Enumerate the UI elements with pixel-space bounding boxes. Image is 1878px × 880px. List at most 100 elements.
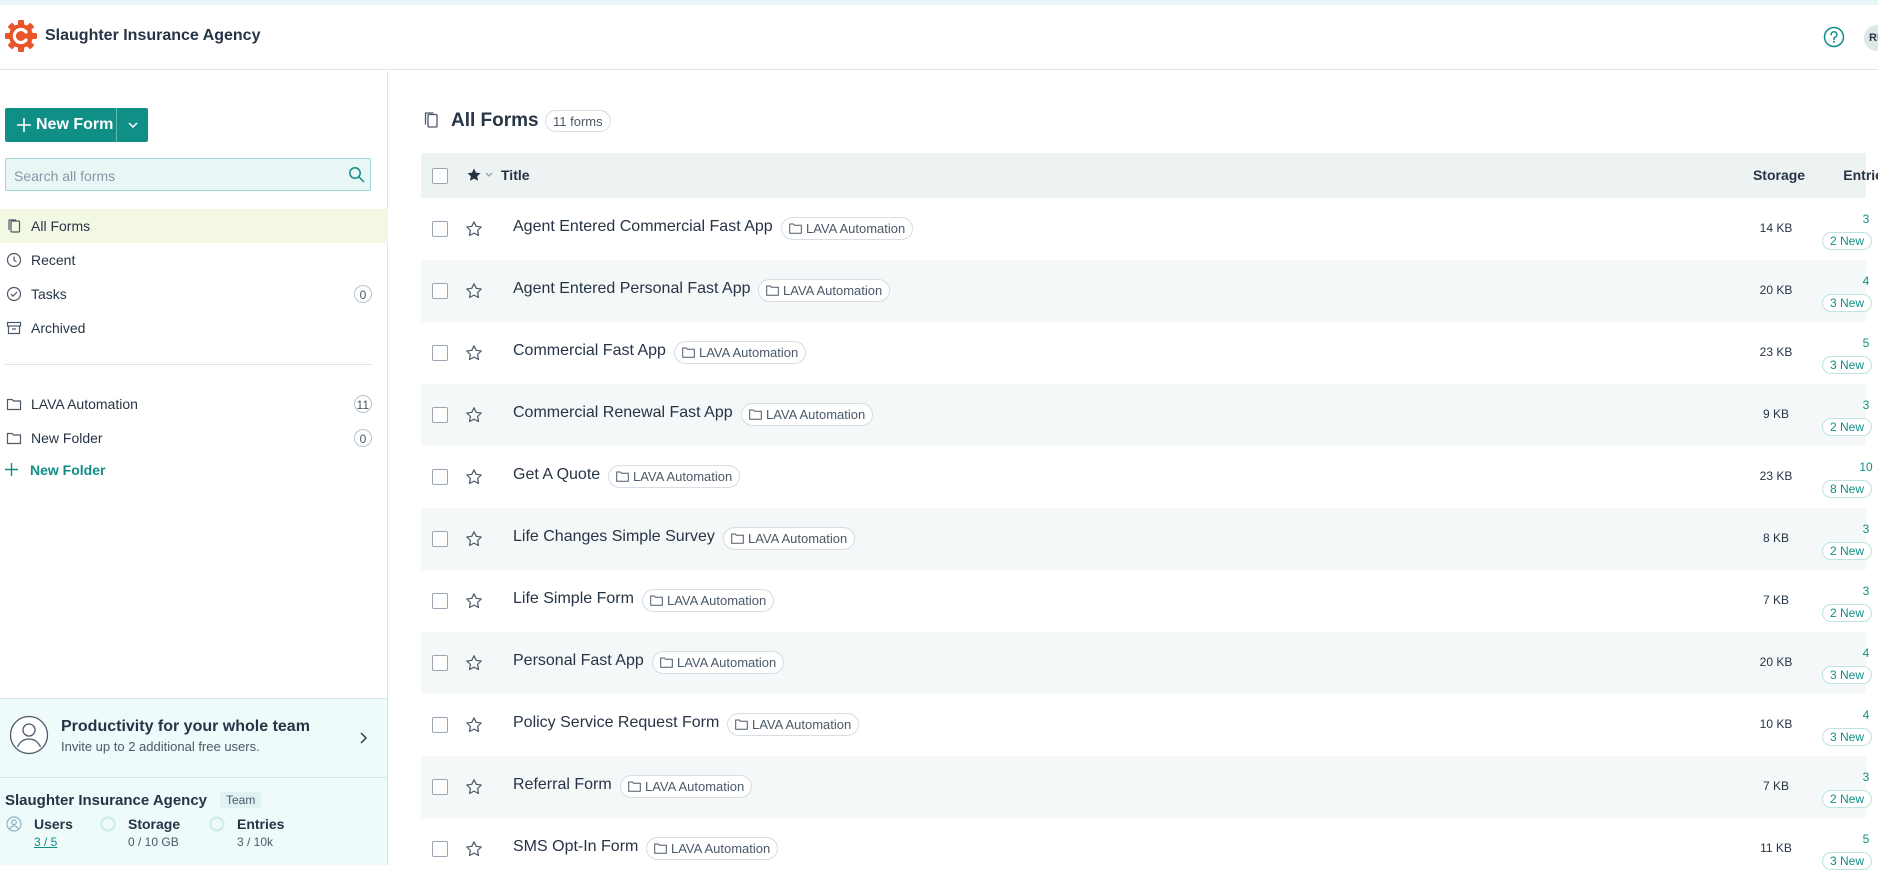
folder-tag[interactable]: LAVA Automation: [758, 279, 891, 302]
new-entries-badge[interactable]: 8 New: [1822, 480, 1872, 498]
table-row[interactable]: SMS Opt-In Form LAVA Automation 11 KB 5 3 Ne…: [421, 818, 1872, 880]
table-row[interactable]: Policy Service Request Form LAVA Automati…: [421, 694, 1872, 756]
form-title-link[interactable]: Agent Entered Personal Fast App: [513, 280, 750, 298]
user-avatar[interactable]: RH: [1864, 25, 1878, 51]
table-row[interactable]: Commercial Fast App LAVA Automation 23 KB 5…: [421, 322, 1872, 384]
search-input[interactable]: [12, 165, 336, 187]
new-entries-badge[interactable]: 3 New: [1822, 294, 1872, 312]
star-icon[interactable]: [465, 654, 483, 672]
column-entries[interactable]: Entries: [1807, 167, 1878, 183]
form-title-link[interactable]: Policy Service Request Form: [513, 714, 719, 732]
folder-tag[interactable]: LAVA Automation: [781, 217, 914, 240]
folder-tag[interactable]: LAVA Automation: [674, 341, 807, 364]
row-checkbox[interactable]: [432, 655, 448, 671]
form-title-link[interactable]: Commercial Fast App: [513, 342, 666, 360]
star-icon[interactable]: [465, 406, 483, 424]
new-entries-badge[interactable]: 3 New: [1822, 666, 1872, 684]
form-title-link[interactable]: Referral Form: [513, 776, 612, 794]
table-row[interactable]: Commercial Renewal Fast App LAVA Automati…: [421, 384, 1872, 446]
star-icon[interactable]: [465, 468, 483, 486]
row-checkbox[interactable]: [432, 407, 448, 423]
sidebar-item-recent[interactable]: Recent: [0, 243, 388, 277]
row-checkbox[interactable]: [432, 717, 448, 733]
star-icon[interactable]: [465, 592, 483, 610]
folder-tag[interactable]: LAVA Automation: [620, 775, 753, 798]
folder-tag[interactable]: LAVA Automation: [646, 837, 779, 860]
row-checkbox[interactable]: [432, 779, 448, 795]
form-title-link[interactable]: Agent Entered Commercial Fast App: [513, 218, 773, 236]
entries-count-link[interactable]: 4: [1791, 708, 1878, 722]
form-title-link[interactable]: SMS Opt-In Form: [513, 838, 638, 856]
entries-count-link[interactable]: 3: [1791, 770, 1878, 784]
new-entries-badge[interactable]: 2 New: [1822, 604, 1872, 622]
star-icon[interactable]: [465, 344, 483, 362]
form-title-link[interactable]: Commercial Renewal Fast App: [513, 404, 733, 422]
entries-count-link[interactable]: 3: [1791, 212, 1878, 226]
folder-tag[interactable]: LAVA Automation: [652, 651, 785, 674]
form-title-link[interactable]: Get A Quote: [513, 466, 600, 484]
folder-tag[interactable]: LAVA Automation: [741, 403, 874, 426]
table-row[interactable]: Get A Quote LAVA Automation 23 KB 10 8 New: [421, 446, 1873, 508]
sidebar-item-archived[interactable]: Archived: [0, 311, 388, 345]
help-icon[interactable]: [1823, 26, 1845, 48]
row-checkbox[interactable]: [432, 345, 448, 361]
new-entries-badge[interactable]: 2 New: [1822, 790, 1872, 808]
chevron-down-icon[interactable]: [127, 119, 139, 131]
table-row[interactable]: Life Changes Simple Survey LAVA Automatio…: [421, 508, 1872, 570]
new-entries-badge[interactable]: 3 New: [1822, 728, 1872, 746]
folder-item-lava-automation[interactable]: LAVA Automation 11: [0, 387, 388, 421]
plus-icon: [5, 463, 18, 476]
row-checkbox[interactable]: [432, 469, 448, 485]
table-row[interactable]: Agent Entered Personal Fast App LAVA Auto…: [421, 260, 1872, 322]
folder-tag[interactable]: LAVA Automation: [727, 713, 860, 736]
new-entries-badge[interactable]: 2 New: [1822, 232, 1872, 250]
form-title-link[interactable]: Life Changes Simple Survey: [513, 528, 715, 546]
entries-count-link[interactable]: 3: [1791, 398, 1878, 412]
favorite-sort-icon[interactable]: [466, 167, 496, 183]
users-value-link[interactable]: 3 / 5: [34, 835, 57, 849]
form-title-link[interactable]: Life Simple Form: [513, 590, 634, 608]
folder-tag[interactable]: LAVA Automation: [642, 589, 775, 612]
column-title[interactable]: Title: [501, 167, 530, 183]
folder-item-new-folder[interactable]: New Folder 0: [0, 421, 388, 455]
new-entries-badge[interactable]: 2 New: [1822, 542, 1872, 560]
team-promo-banner[interactable]: Productivity for your whole team Invite …: [0, 698, 387, 778]
folder-tag[interactable]: LAVA Automation: [723, 527, 856, 550]
sidebar-item-all-forms[interactable]: All Forms: [0, 209, 388, 243]
entries-count-link[interactable]: 5: [1791, 832, 1878, 846]
form-title-link[interactable]: Personal Fast App: [513, 652, 644, 670]
folder-icon: [628, 781, 641, 792]
folder-tag-label: LAVA Automation: [633, 469, 733, 484]
entries-count-link[interactable]: 3: [1791, 584, 1878, 598]
new-form-button[interactable]: New Form: [5, 108, 148, 142]
chevron-right-icon[interactable]: [356, 731, 370, 745]
table-row[interactable]: Agent Entered Commercial Fast App LAVA Au…: [421, 198, 1872, 260]
sidebar-item-tasks[interactable]: Tasks 0: [0, 277, 388, 311]
row-checkbox[interactable]: [432, 593, 448, 609]
table-row[interactable]: Personal Fast App LAVA Automation 20 KB 4 3 …: [421, 632, 1872, 694]
entries-count-link[interactable]: 10: [1791, 460, 1878, 474]
new-entries-badge[interactable]: 3 New: [1822, 852, 1872, 870]
new-entries-badge[interactable]: 3 New: [1822, 356, 1872, 374]
row-checkbox[interactable]: [432, 283, 448, 299]
folder-tag[interactable]: LAVA Automation: [608, 465, 741, 488]
search-icon[interactable]: [348, 166, 365, 183]
entries-count-link[interactable]: 5: [1791, 336, 1878, 350]
row-checkbox[interactable]: [432, 221, 448, 237]
entries-count-link[interactable]: 3: [1791, 522, 1878, 536]
row-checkbox[interactable]: [432, 531, 448, 547]
brand-logo-icon[interactable]: [4, 19, 38, 53]
star-icon[interactable]: [465, 282, 483, 300]
star-icon[interactable]: [465, 778, 483, 796]
select-all-checkbox[interactable]: [432, 168, 448, 184]
star-icon[interactable]: [465, 220, 483, 238]
star-icon[interactable]: [465, 840, 483, 858]
row-checkbox[interactable]: [432, 841, 448, 857]
new-entries-badge[interactable]: 2 New: [1822, 418, 1872, 436]
star-icon[interactable]: [465, 716, 483, 734]
table-row[interactable]: Life Simple Form LAVA Automation 7 KB 3 2 Ne…: [421, 570, 1872, 632]
entries-count-link[interactable]: 4: [1791, 274, 1878, 288]
table-row[interactable]: Referral Form LAVA Automation 7 KB 3 2 New: [421, 756, 1872, 818]
star-icon[interactable]: [465, 530, 483, 548]
entries-count-link[interactable]: 4: [1791, 646, 1878, 660]
